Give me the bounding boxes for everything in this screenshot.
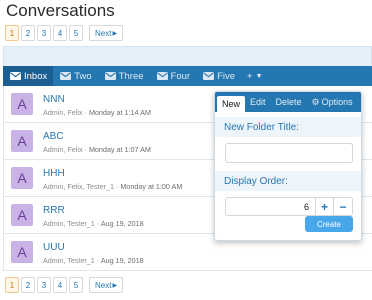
avatar[interactable]: A (11, 204, 33, 226)
page-link-3[interactable]: 3 (37, 25, 51, 41)
tab-label: Three (118, 70, 144, 82)
next-page-button[interactable]: Next ▶ (89, 25, 124, 41)
tab-label: Four (170, 70, 191, 82)
tab-label: Inbox (24, 70, 48, 82)
timestamp: Monday at 1:00 AM (120, 182, 183, 191)
conversation-title[interactable]: NNN (43, 94, 65, 105)
decrement-button[interactable]: − (334, 197, 353, 216)
next-label: Next (95, 280, 112, 290)
add-folder-button[interactable]: + ▼ (241, 66, 269, 86)
tab-four[interactable]: Four (150, 66, 197, 86)
conversation-title[interactable]: RRR (43, 205, 65, 216)
envelope-icon (104, 72, 116, 80)
page-link-5[interactable]: 5 (69, 25, 83, 41)
tab-new[interactable]: New (217, 96, 246, 112)
tab-edit[interactable]: Edit (245, 92, 271, 112)
avatar[interactable]: A (11, 130, 33, 152)
gear-icon: ⚙ (311, 96, 320, 107)
tab-two[interactable]: Two (53, 66, 97, 86)
conversation-title[interactable]: UUU (43, 242, 65, 253)
page-link-5[interactable]: 5 (69, 277, 83, 293)
timestamp: Aug 19, 2018 (100, 219, 144, 228)
participants: Admin, Tester_1 (43, 256, 95, 265)
participants: Admin, Felix (43, 145, 83, 154)
plus-icon: + (247, 70, 253, 82)
conversation-meta: Admin, Felix, Tester_1 · Monday at 1:00 … (43, 182, 183, 191)
display-order-input[interactable]: 6 (225, 197, 315, 216)
envelope-icon (60, 72, 72, 80)
folder-title-label: New Folder Title: (215, 117, 361, 137)
popup-tabs: New Edit Delete ⚙ Options (215, 92, 361, 112)
tab-label: Options (321, 97, 353, 107)
participants: Admin, Tester_1 (43, 219, 95, 228)
pagination-bottom: 1 2 3 4 5 Next ▶ (5, 277, 124, 293)
tabs-header-strip (3, 46, 372, 66)
conversation-title[interactable]: HHH (43, 168, 65, 179)
tab-label: Five (217, 70, 236, 82)
avatar[interactable]: A (11, 93, 33, 115)
timestamp: Monday at 1:14 AM (88, 108, 151, 117)
folder-tabs: Inbox Two Three Four Five + ▼ (3, 66, 372, 86)
conversation-title[interactable]: ABC (43, 131, 64, 142)
conversation-meta: Admin, Felix · Monday at 1:07 AM (43, 145, 151, 154)
timestamp: Aug 19, 2018 (100, 256, 144, 265)
page-link-4[interactable]: 4 (53, 25, 67, 41)
page-link-4[interactable]: 4 (53, 277, 67, 293)
page-link-1[interactable]: 1 (5, 277, 19, 293)
envelope-icon (203, 72, 215, 80)
participants: Admin, Felix (43, 108, 83, 117)
avatar[interactable]: A (11, 241, 33, 263)
participants: Admin, Felix, Tester_1 (43, 182, 114, 191)
increment-button[interactable]: + (315, 197, 334, 216)
create-button[interactable]: Create (305, 216, 353, 232)
page-link-2[interactable]: 2 (21, 277, 35, 293)
display-order-label: Display Order: (215, 171, 361, 191)
page-link-1[interactable]: 1 (5, 25, 19, 41)
chevron-right-icon: ▶ (112, 282, 118, 289)
display-order-stepper: 6 + − (225, 197, 353, 216)
tab-label: Two (74, 70, 92, 82)
page-title: Conversations (6, 1, 115, 20)
tab-three[interactable]: Three (98, 66, 150, 86)
conversation-meta: Admin, Tester_1 · Aug 19, 2018 (43, 219, 144, 228)
timestamp: Monday at 1:07 AM (88, 145, 151, 154)
tab-five[interactable]: Five (196, 66, 241, 86)
page-link-2[interactable]: 2 (21, 25, 35, 41)
tab-inbox[interactable]: Inbox (3, 66, 54, 86)
envelope-icon (156, 72, 168, 80)
tab-options[interactable]: ⚙ Options (307, 92, 358, 112)
avatar[interactable]: A (11, 167, 33, 189)
caret-down-icon: ▼ (255, 72, 263, 80)
conversation-meta: Admin, Felix · Monday at 1:14 AM (43, 108, 151, 117)
pagination-top: 1 2 3 4 5 Next ▶ (5, 25, 124, 41)
next-page-button[interactable]: Next ▶ (89, 277, 124, 293)
conversation-meta: Admin, Tester_1 · Aug 19, 2018 (43, 256, 144, 265)
folder-title-input[interactable] (225, 143, 353, 163)
next-label: Next (95, 28, 112, 38)
folder-menu-popup: New Edit Delete ⚙ Options New Folder Tit… (214, 91, 362, 241)
tab-delete[interactable]: Delete (271, 92, 307, 112)
chevron-right-icon: ▶ (112, 30, 118, 37)
page-link-3[interactable]: 3 (37, 277, 51, 293)
envelope-icon (10, 72, 21, 80)
